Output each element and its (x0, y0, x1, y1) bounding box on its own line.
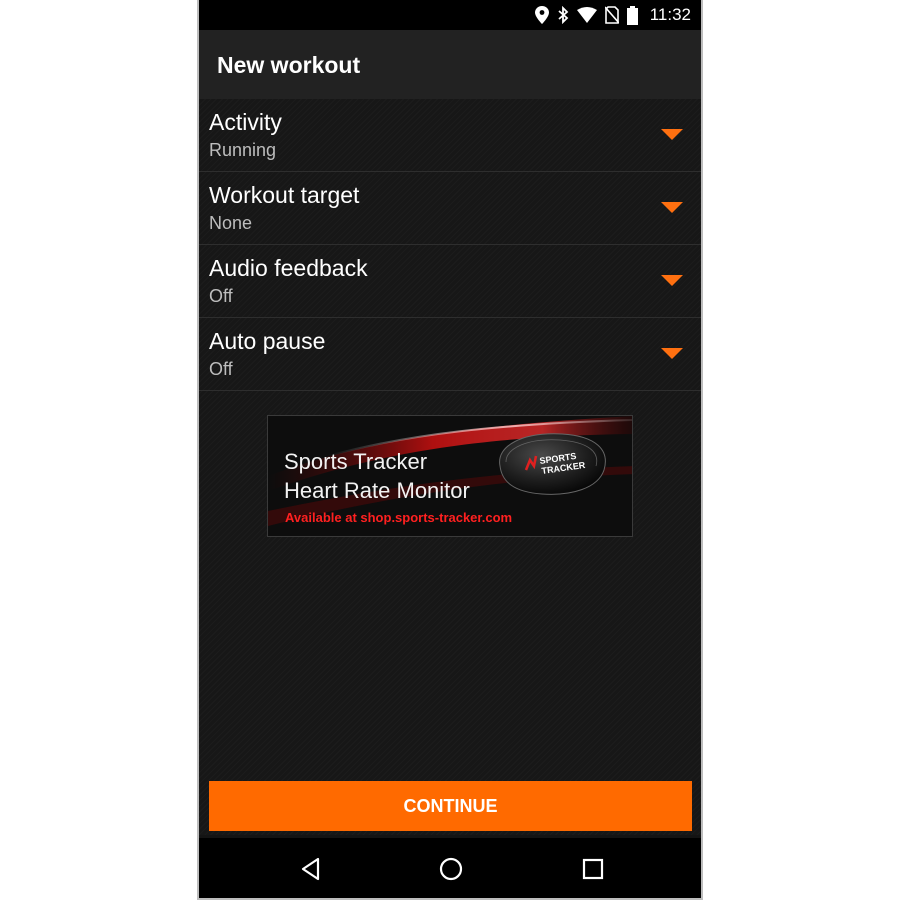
location-icon (534, 6, 549, 24)
back-icon[interactable] (298, 856, 324, 882)
workout-settings-content: Activity Running Workout target None Aud… (199, 99, 701, 835)
dropdown-arrow-icon (661, 202, 683, 213)
dropdown-arrow-icon (661, 348, 683, 359)
status-bar: 11:32 (199, 0, 701, 30)
status-time: 11:32 (649, 5, 691, 24)
status-icons: 11:32 (534, 0, 691, 30)
bluetooth-icon (558, 6, 569, 24)
setting-label: Auto pause (209, 328, 326, 354)
banner-title-line1: Sports Tracker (284, 449, 428, 474)
setting-label: Workout target (209, 182, 360, 208)
activity-setting[interactable]: Activity Running (199, 99, 701, 172)
no-sim-icon (604, 6, 619, 24)
setting-label: Audio feedback (209, 255, 368, 281)
home-icon[interactable] (438, 856, 464, 882)
setting-value: Running (209, 140, 277, 160)
recents-icon[interactable] (580, 856, 606, 882)
setting-value: Off (209, 359, 233, 379)
dropdown-arrow-icon (661, 129, 683, 140)
setting-label: Activity (209, 109, 282, 135)
setting-value: Off (209, 286, 233, 306)
continue-button[interactable]: CONTINUE (209, 781, 692, 831)
banner-shop-link: Available at shop.sports-tracker.com (285, 510, 513, 525)
heart-rate-monitor-ad-banner[interactable]: SPORTS TRACKER Sports Tracker Heart Rate… (267, 415, 633, 537)
phone-frame: 11:32 New workout Activity Running Worko… (197, 0, 703, 900)
setting-value: None (209, 213, 253, 233)
workout-target-setting[interactable]: Workout target None (199, 172, 701, 245)
auto-pause-setting[interactable]: Auto pause Off (199, 318, 701, 391)
page-title: New workout (217, 52, 361, 78)
app-bar: New workout (199, 30, 701, 99)
audio-feedback-setting[interactable]: Audio feedback Off (199, 245, 701, 318)
wifi-icon (576, 7, 597, 23)
battery-icon (626, 5, 638, 25)
dropdown-arrow-icon (661, 275, 683, 286)
heart-rate-sensor-image: SPORTS TRACKER (499, 433, 606, 495)
navigation-bar (199, 838, 701, 898)
banner-title-line2: Heart Rate Monitor (284, 478, 470, 503)
